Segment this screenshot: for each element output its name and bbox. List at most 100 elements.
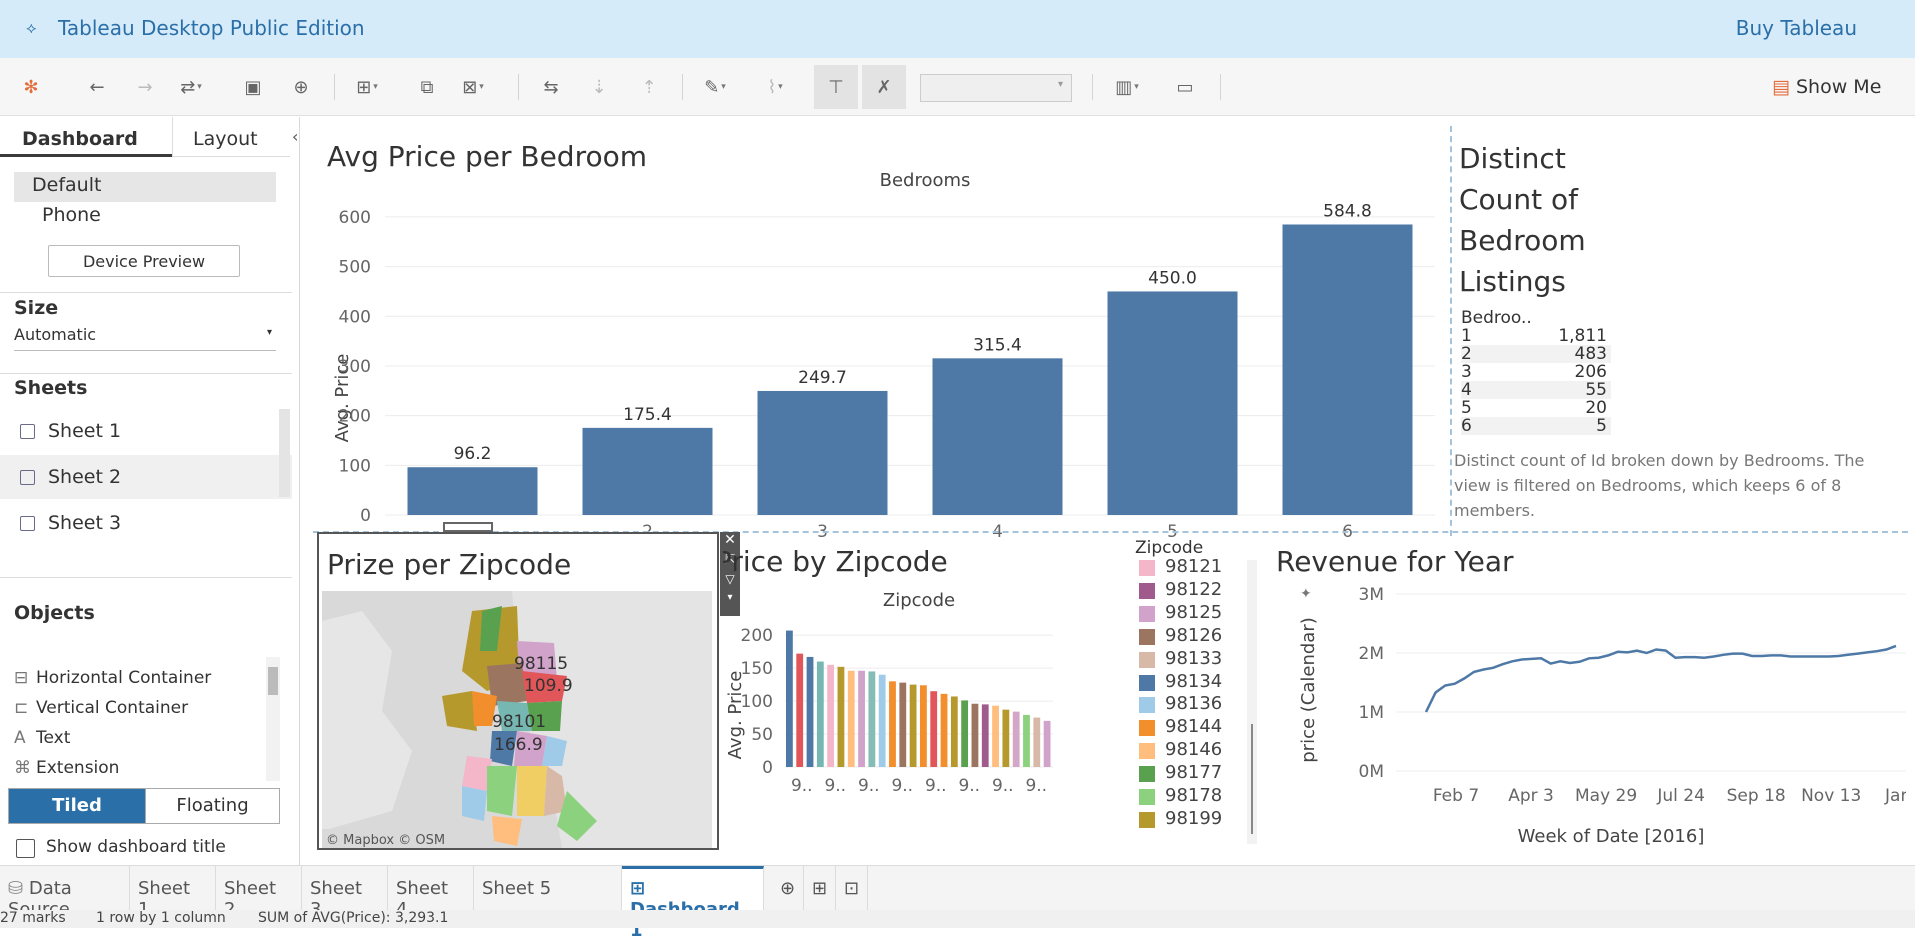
pin-icon[interactable]: ✦ <box>1300 586 1312 602</box>
zip-bar <box>889 681 896 767</box>
zip-y-tick: 100 <box>741 692 773 712</box>
redo-icon[interactable]: → <box>130 72 160 102</box>
bar-y-tick: 100 <box>339 456 371 476</box>
zip-bar <box>909 684 917 767</box>
price-by-zipcode-chart: Zipcode Avg. Price 0 50 100 150 200 9.. 9.. 9..… <box>725 590 1053 796</box>
object-horizontal-container[interactable]: ⊟ Horizontal Container <box>14 668 211 694</box>
map-label-zip-98115: 98115 <box>514 654 568 674</box>
device-preview-button[interactable]: Device Preview <box>48 245 240 277</box>
revenue-x-axis-label: Week of Date [2016] <box>1518 826 1705 847</box>
size-select[interactable]: Automatic ▾ <box>14 325 276 351</box>
dashboard-icon: ⊞ <box>630 878 646 899</box>
fix-axes-icon[interactable]: ✗ <box>862 65 906 109</box>
map-label-value-2: 166.9 <box>494 735 543 755</box>
legend-scrollbar[interactable] <box>1247 560 1257 844</box>
bar-y-tick: 400 <box>339 307 371 327</box>
new-worksheet-tab-icon[interactable]: ⊕ <box>774 866 804 910</box>
show-me-icon: ▤ <box>1772 76 1790 98</box>
legend-label: 98134 <box>1165 670 1223 692</box>
object-text[interactable]: A Text <box>14 728 70 754</box>
revenue-x-tick: Jan 8 <box>1884 786 1906 806</box>
legend-swatch <box>1139 743 1155 760</box>
toolbar: ✻ ← → ⇄ ▾ ▣ ⊕ ⊞ ▾ ⧉ ⊠ ▾ ⇆ ⇣ ⇡ ✎ ▾ ⌇ ▾ ⊤ ✗ ▾ ▥… <box>0 58 1915 116</box>
object-vertical-container[interactable]: ⊏ Vertical Container <box>14 698 188 724</box>
objects-heading: Objects <box>14 602 95 624</box>
distinct-bedroom: 6 <box>1461 416 1472 436</box>
zip-bar <box>1012 711 1020 767</box>
tab-sheet-3[interactable]: Sheet 3 <box>302 866 388 920</box>
swap-icon[interactable]: ⇆ <box>536 72 566 102</box>
tiled-button[interactable]: Tiled <box>9 789 145 823</box>
new-dashboard-tab-icon[interactable]: ⊞ <box>806 866 836 910</box>
tab-sheet-2[interactable]: Sheet 2 <box>216 866 302 920</box>
legend-label: 98144 <box>1165 716 1223 738</box>
legend-label: 98125 <box>1165 601 1223 623</box>
tab-data-source[interactable]: ⛁ Data Source <box>0 866 130 920</box>
replay-icon[interactable]: ⇄ ▾ <box>176 72 206 102</box>
sheet-icon <box>20 516 35 531</box>
legend-title: Zipcode <box>1135 538 1204 558</box>
distinct-table-row: 2 483 <box>1461 345 1611 363</box>
duplicate-icon[interactable]: ⧉ <box>412 72 442 102</box>
vertical-container-icon: ⊏ <box>14 698 29 718</box>
sort-ascending-icon[interactable]: ⇣ <box>584 72 614 102</box>
tab-sheet-5[interactable]: Sheet 5 <box>474 866 622 910</box>
presentation-icon[interactable]: ▥ ▾ <box>1112 72 1142 102</box>
group-icon[interactable]: ⌇ ▾ <box>760 72 790 102</box>
object-extension[interactable]: ⌘ Extension <box>14 758 119 784</box>
zip-bar <box>816 661 824 767</box>
zipcode-map[interactable]: 98115 109.9 98101 166.9 © Mapbox © OSM <box>322 591 712 848</box>
objects-scrollbar[interactable] <box>266 657 280 781</box>
device-phone[interactable]: Phone <box>42 204 101 226</box>
bar-2 <box>582 427 713 515</box>
sheets-scrollbar[interactable] <box>279 409 290 497</box>
device-preview-icon[interactable]: ▭ <box>1170 72 1200 102</box>
dashboard-sidebar: Dashboard Layout ‹ Default Phone Device … <box>0 117 300 865</box>
legend-label: 98199 <box>1165 807 1223 829</box>
sheet-item-2[interactable]: Sheet 2 <box>0 455 292 499</box>
zip-bar <box>930 691 938 767</box>
sheet-item-1[interactable]: Sheet 1 <box>0 409 292 453</box>
new-story-tab-icon[interactable]: ⊡ <box>838 866 868 910</box>
zip-y-axis-label: Avg. Price <box>725 671 746 760</box>
zip-bar <box>950 696 958 767</box>
app-title: Tableau Desktop Public Edition <box>58 16 365 40</box>
zip-bar <box>858 670 865 767</box>
buy-tableau-link[interactable]: Buy Tableau <box>1736 16 1857 40</box>
distinct-count-table: Bedroo.. 1 1,811 2 483 3 206 4 55 5 20 6 5 <box>1461 309 1611 441</box>
show-me-button[interactable]: ▤ Show Me <box>1772 76 1881 98</box>
avg-price-bar-chart: Bedrooms Avg. Price 01002003004005006009… <box>332 170 1435 542</box>
undo-icon[interactable]: ← <box>82 72 112 102</box>
distinct-count: 5 <box>1596 416 1607 436</box>
device-default[interactable]: Default <box>14 172 276 202</box>
clear-sheet-icon[interactable]: ⊠ ▾ <box>458 72 488 102</box>
tab-layout[interactable]: Layout <box>172 117 290 157</box>
bar-5 <box>1107 291 1238 515</box>
add-datasource-icon[interactable]: ⊕ <box>286 72 316 102</box>
tableau-logo-icon[interactable]: ✻ <box>16 72 46 102</box>
floating-button[interactable]: Floating <box>145 789 279 823</box>
sort-descending-icon[interactable]: ⇡ <box>634 72 664 102</box>
zip-y-tick: 50 <box>751 725 773 745</box>
revenue-y-tick: 2M <box>1359 644 1384 664</box>
collapse-icon[interactable]: ‹ <box>292 127 298 146</box>
legend-label: 98122 <box>1165 578 1223 600</box>
map-panel[interactable]: Prize per Zipcode 98115 109.9 98101 166.… <box>317 522 740 850</box>
tab-dashboard-1[interactable]: ⊞ Dashboard 1 <box>622 866 764 941</box>
zip-bar <box>1002 709 1010 767</box>
tab-dashboard[interactable]: Dashboard <box>0 117 172 157</box>
show-title-checkbox[interactable] <box>16 839 35 858</box>
zip-bar <box>847 670 855 767</box>
highlight-icon[interactable]: ✎ ▾ <box>700 72 730 102</box>
save-icon[interactable]: ▣ <box>238 72 268 102</box>
distinct-bedroom: 3 <box>1461 362 1472 382</box>
zip-x-tick: 9.. <box>791 776 813 796</box>
new-worksheet-icon[interactable]: ⊞ ▾ <box>352 72 382 102</box>
sheet-icon <box>20 470 35 485</box>
map-drag-handle[interactable] <box>443 522 493 532</box>
show-labels-icon[interactable]: ⊤ <box>814 65 858 109</box>
tab-sheet-1[interactable]: Sheet 1 <box>130 866 216 920</box>
fit-dropdown[interactable]: ▾ <box>920 74 1072 102</box>
tab-sheet-4[interactable]: Sheet 4 <box>388 866 474 920</box>
sheet-item-3[interactable]: Sheet 3 <box>0 501 292 545</box>
